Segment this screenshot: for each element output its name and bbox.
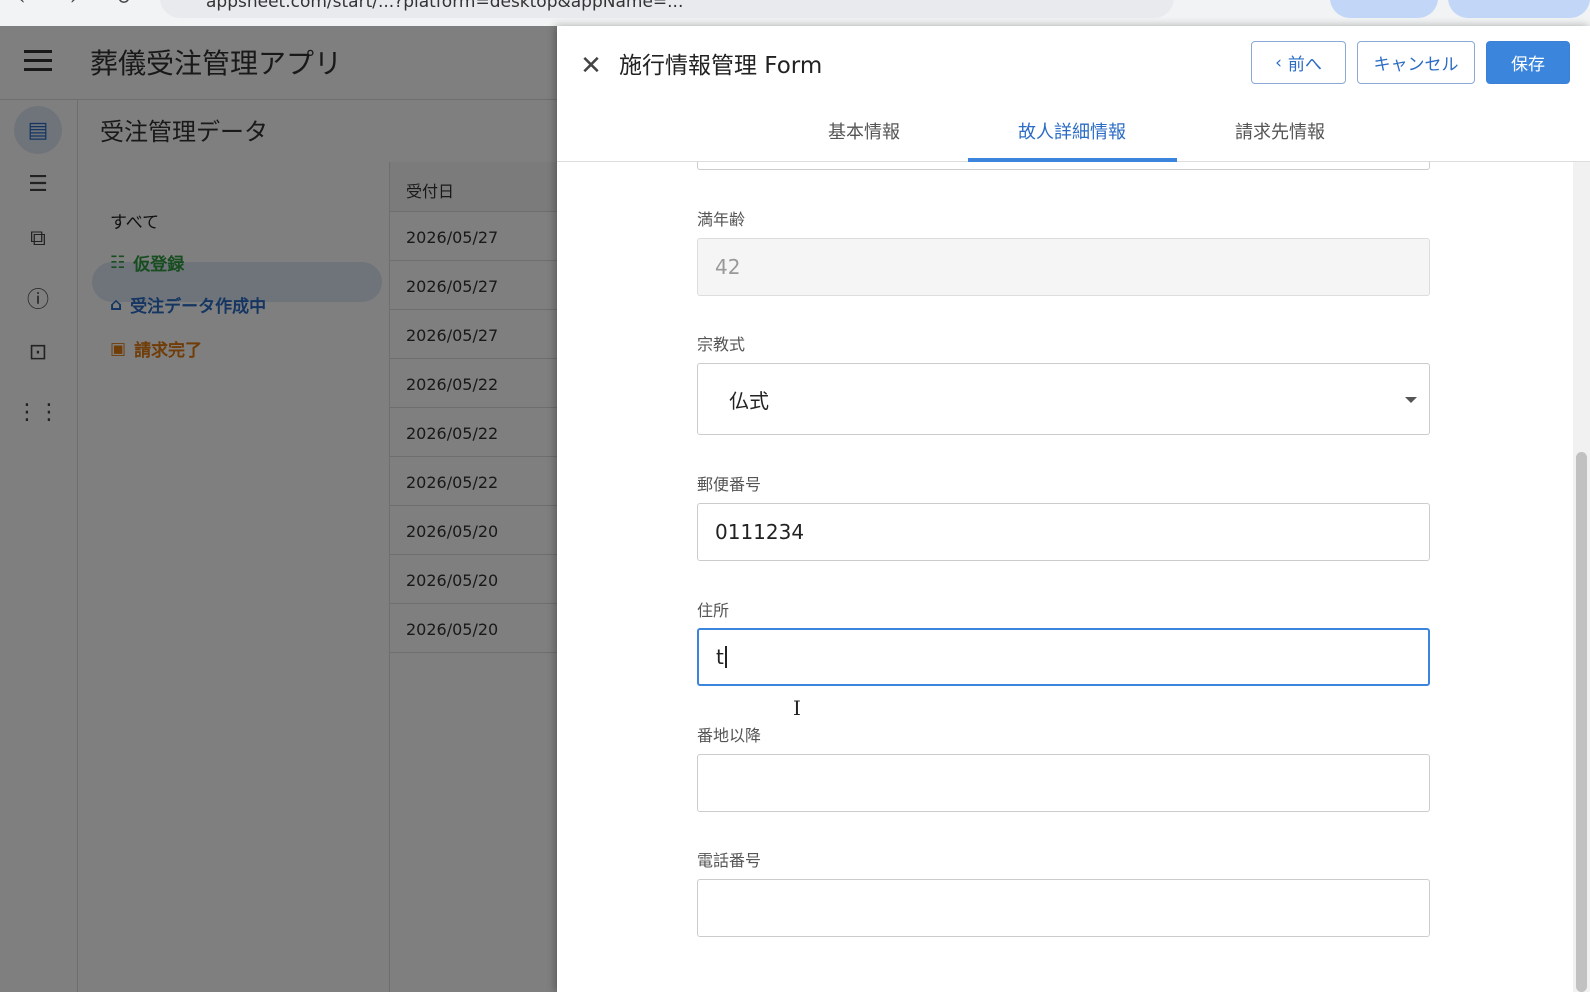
tab-billing-info[interactable]: 請求先情報 — [1176, 106, 1384, 162]
prev-label: 前へ — [1287, 55, 1322, 75]
prev-button[interactable]: ‹ 前へ — [1251, 41, 1346, 84]
tab-deceased-info[interactable]: 故人詳細情報 — [968, 106, 1176, 162]
dropdown-caret-icon — [1405, 397, 1417, 403]
street-address-field[interactable] — [697, 754, 1430, 812]
url-text: appsheet.com/start/...?platform=desktop&… — [206, 0, 684, 12]
form-scrollbar[interactable] — [1573, 162, 1590, 992]
street-label: 番地以降 — [697, 726, 762, 745]
postal-label: 郵便番号 — [697, 475, 762, 494]
religion-label: 宗教式 — [697, 335, 746, 354]
phone-label: 電話番号 — [697, 851, 762, 870]
text-caret — [724, 646, 727, 668]
forward-icon[interactable]: › — [70, 0, 77, 9]
age-field: 42 — [697, 238, 1430, 296]
address-value: t — [716, 645, 724, 669]
back-icon[interactable]: ‹ — [18, 0, 25, 9]
reload-icon[interactable]: ↻ — [116, 0, 131, 9]
form-body: 満年齢 42 宗教式 仏式 郵便番号 0111234 住所 t I 番地以降 電… — [557, 162, 1573, 992]
cancel-button[interactable]: キャンセル — [1357, 41, 1475, 84]
update-pill[interactable] — [1448, 0, 1590, 18]
address-bar[interactable]: appsheet.com/start/...?platform=desktop&… — [160, 0, 1174, 18]
form-title: 施行情報管理 Form — [619, 53, 823, 79]
postal-code-field[interactable]: 0111234 — [697, 503, 1430, 561]
form-tabs: 基本情報 故人詳細情報 請求先情報 — [557, 106, 1590, 162]
form-drawer: ✕ 施行情報管理 Form ‹ 前へ キャンセル 保存 基本情報 故人詳細情報 … — [557, 26, 1590, 992]
chevron-left-icon: ‹ — [1275, 52, 1282, 73]
profile-pill[interactable] — [1330, 0, 1438, 18]
browser-toolbar: ‹ › ↻ appsheet.com/start/...?platform=de… — [0, 0, 1590, 26]
address-label: 住所 — [697, 601, 730, 620]
save-button[interactable]: 保存 — [1486, 41, 1570, 84]
previous-field[interactable] — [697, 162, 1430, 170]
religion-value: 仏式 — [729, 388, 769, 413]
close-icon[interactable]: ✕ — [573, 48, 609, 84]
tab-basic-info[interactable]: 基本情報 — [760, 106, 968, 162]
phone-field[interactable] — [697, 879, 1430, 937]
form-header: ✕ 施行情報管理 Form ‹ 前へ キャンセル 保存 基本情報 故人詳細情報 … — [557, 26, 1590, 162]
age-label: 満年齢 — [697, 210, 746, 229]
scrollbar-thumb[interactable] — [1576, 452, 1587, 992]
address-field[interactable]: t — [697, 628, 1430, 686]
ibeam-cursor-icon: I — [793, 696, 801, 720]
religion-select[interactable]: 仏式 — [697, 363, 1430, 435]
